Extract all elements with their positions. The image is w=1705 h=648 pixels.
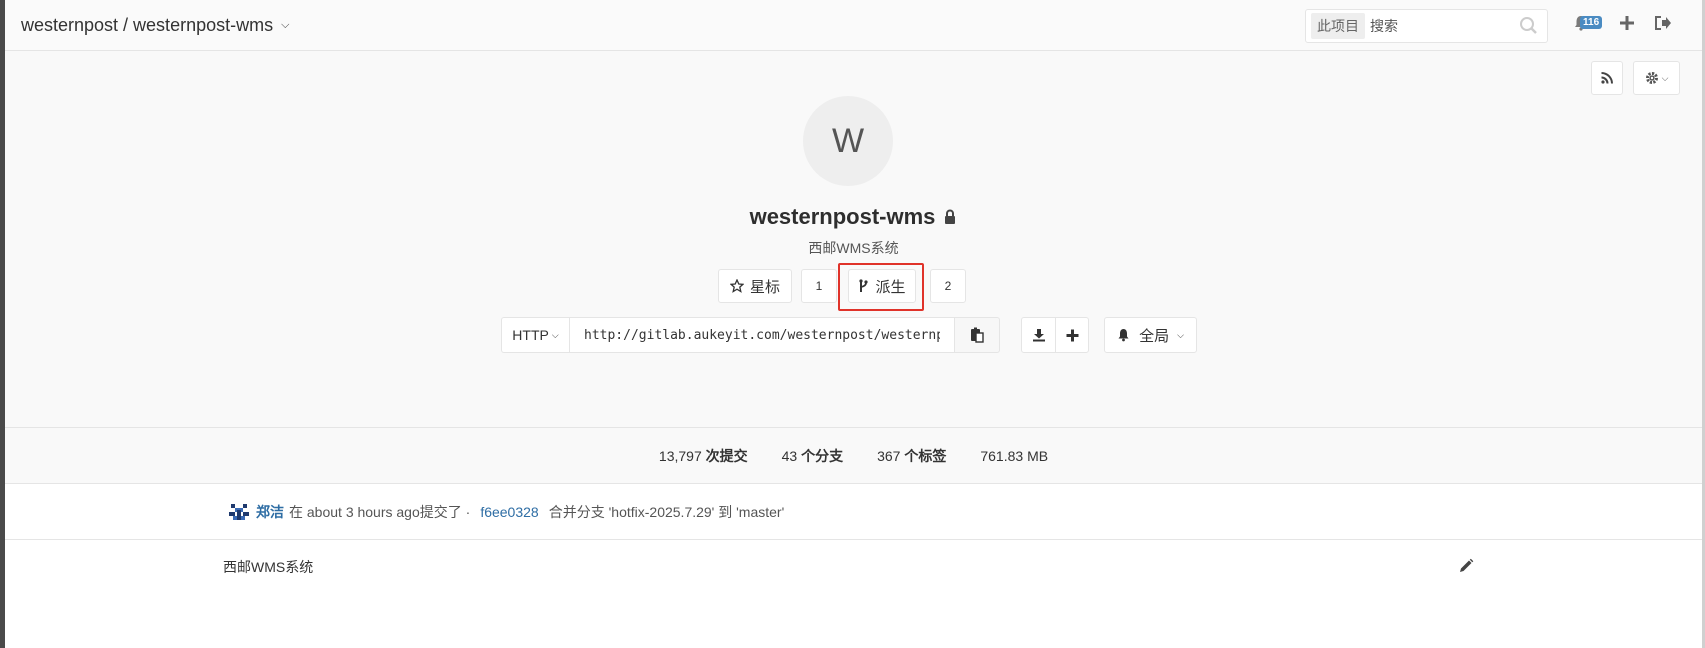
branches-stat[interactable]: 43 个分支 <box>782 446 843 466</box>
rss-icon <box>1601 72 1613 84</box>
plus-icon <box>1066 329 1078 341</box>
commits-count: 13,797 <box>658 447 702 464</box>
bell-icon <box>1118 329 1129 342</box>
gear-icon <box>1645 72 1658 84</box>
star-label: 星标 <box>749 278 780 296</box>
last-commit-bar: 郑洁 在 about 3 hours ago提交了 · f6ee0328 合并分… <box>5 484 1702 540</box>
commit-message: 合并分支 'hotfix-2025.7.29' 到 'master' <box>548 504 785 520</box>
readme-content: 西邮WMS系统 <box>223 559 314 575</box>
clone-group: HTTP ⌵ <box>501 317 1000 353</box>
chevron-down-icon: ⌵ <box>1177 329 1184 340</box>
commit-time-text: 在 about 3 hours ago提交了 · <box>289 504 471 520</box>
project-hero: ⌵ W westernpost-wms 西邮WMS系统 星标 1 派生 2 HT… <box>5 51 1702 428</box>
notifications-button[interactable]: 116 <box>1570 14 1603 36</box>
search-icon[interactable] <box>1517 14 1541 38</box>
project-name: westernpost-wms <box>749 204 936 229</box>
notification-count-badge: 116 <box>1580 16 1603 29</box>
sign-out-button[interactable] <box>1652 14 1674 36</box>
plus-icon <box>1620 16 1634 30</box>
notification-level-label: 全局 <box>1139 327 1170 345</box>
search-scope-badge: 此项目 <box>1311 13 1365 39</box>
rss-button[interactable] <box>1591 61 1623 95</box>
page-frame: westernpost / westernpost-wms ⌵ 此项目 116 <box>5 0 1702 648</box>
pencil-icon[interactable] <box>1458 558 1474 574</box>
project-title: westernpost-wms <box>5 204 1702 230</box>
download-button[interactable] <box>1021 317 1056 353</box>
breadcrumb[interactable]: westernpost / westernpost-wms ⌵ <box>21 15 289 36</box>
project-stats: 13,797 次提交 43 个分支 367 个标签 761.83 MB <box>5 428 1702 484</box>
settings-dropdown[interactable]: ⌵ <box>1633 61 1680 95</box>
fork-count[interactable]: 2 <box>930 269 966 303</box>
download-icon <box>1032 329 1045 342</box>
breadcrumb-text[interactable]: westernpost / westernpost-wms <box>21 15 273 36</box>
tags-label: 个标签 <box>904 447 947 464</box>
last-commit-info: 郑洁 在 about 3 hours ago提交了 · f6ee0328 合并分… <box>227 500 784 524</box>
chevron-down-icon: ⌵ <box>551 329 559 340</box>
repo-size-stat: 761.83 MB <box>980 447 1049 464</box>
star-count[interactable]: 1 <box>801 269 837 303</box>
commit-author-link[interactable]: 郑洁 <box>256 502 284 522</box>
top-header: westernpost / westernpost-wms ⌵ 此项目 116 <box>5 0 1702 51</box>
tags-stat[interactable]: 367 个标签 <box>877 446 946 466</box>
copy-url-button[interactable] <box>955 317 1000 353</box>
search-box[interactable]: 此项目 <box>1305 9 1548 43</box>
author-avatar[interactable] <box>227 500 251 524</box>
notification-level-dropdown[interactable]: 全局 ⌵ <box>1104 317 1197 353</box>
chevron-down-icon[interactable]: ⌵ <box>281 19 289 32</box>
branches-label: 个分支 <box>801 447 844 464</box>
branches-count: 43 <box>781 447 798 464</box>
header-icons: 116 <box>1570 14 1674 36</box>
project-description: 西邮WMS系统 <box>808 240 899 256</box>
hero-toolbar: ⌵ <box>1591 61 1680 95</box>
clone-protocol-label: HTTP <box>512 327 549 343</box>
clone-protocol-dropdown[interactable]: HTTP ⌵ <box>501 317 569 353</box>
star-icon <box>729 279 744 293</box>
star-button[interactable]: 星标 <box>718 269 792 303</box>
sign-out-icon <box>1655 16 1671 30</box>
chevron-down-icon: ⌵ <box>1661 72 1669 83</box>
lock-icon <box>945 209 956 224</box>
add-dropdown-button[interactable] <box>1055 317 1089 353</box>
search-input[interactable] <box>1370 18 1517 34</box>
commits-label: 次提交 <box>705 447 748 464</box>
commits-stat[interactable]: 13,797 次提交 <box>659 446 748 466</box>
commit-sha-link[interactable]: f6ee0328 <box>480 504 538 520</box>
fork-highlight-box <box>838 263 924 311</box>
project-avatar: W <box>803 96 893 186</box>
tags-count: 367 <box>877 447 901 464</box>
clipboard-icon <box>971 327 984 343</box>
clone-url-input[interactable] <box>569 317 955 353</box>
new-item-button[interactable] <box>1616 14 1638 36</box>
